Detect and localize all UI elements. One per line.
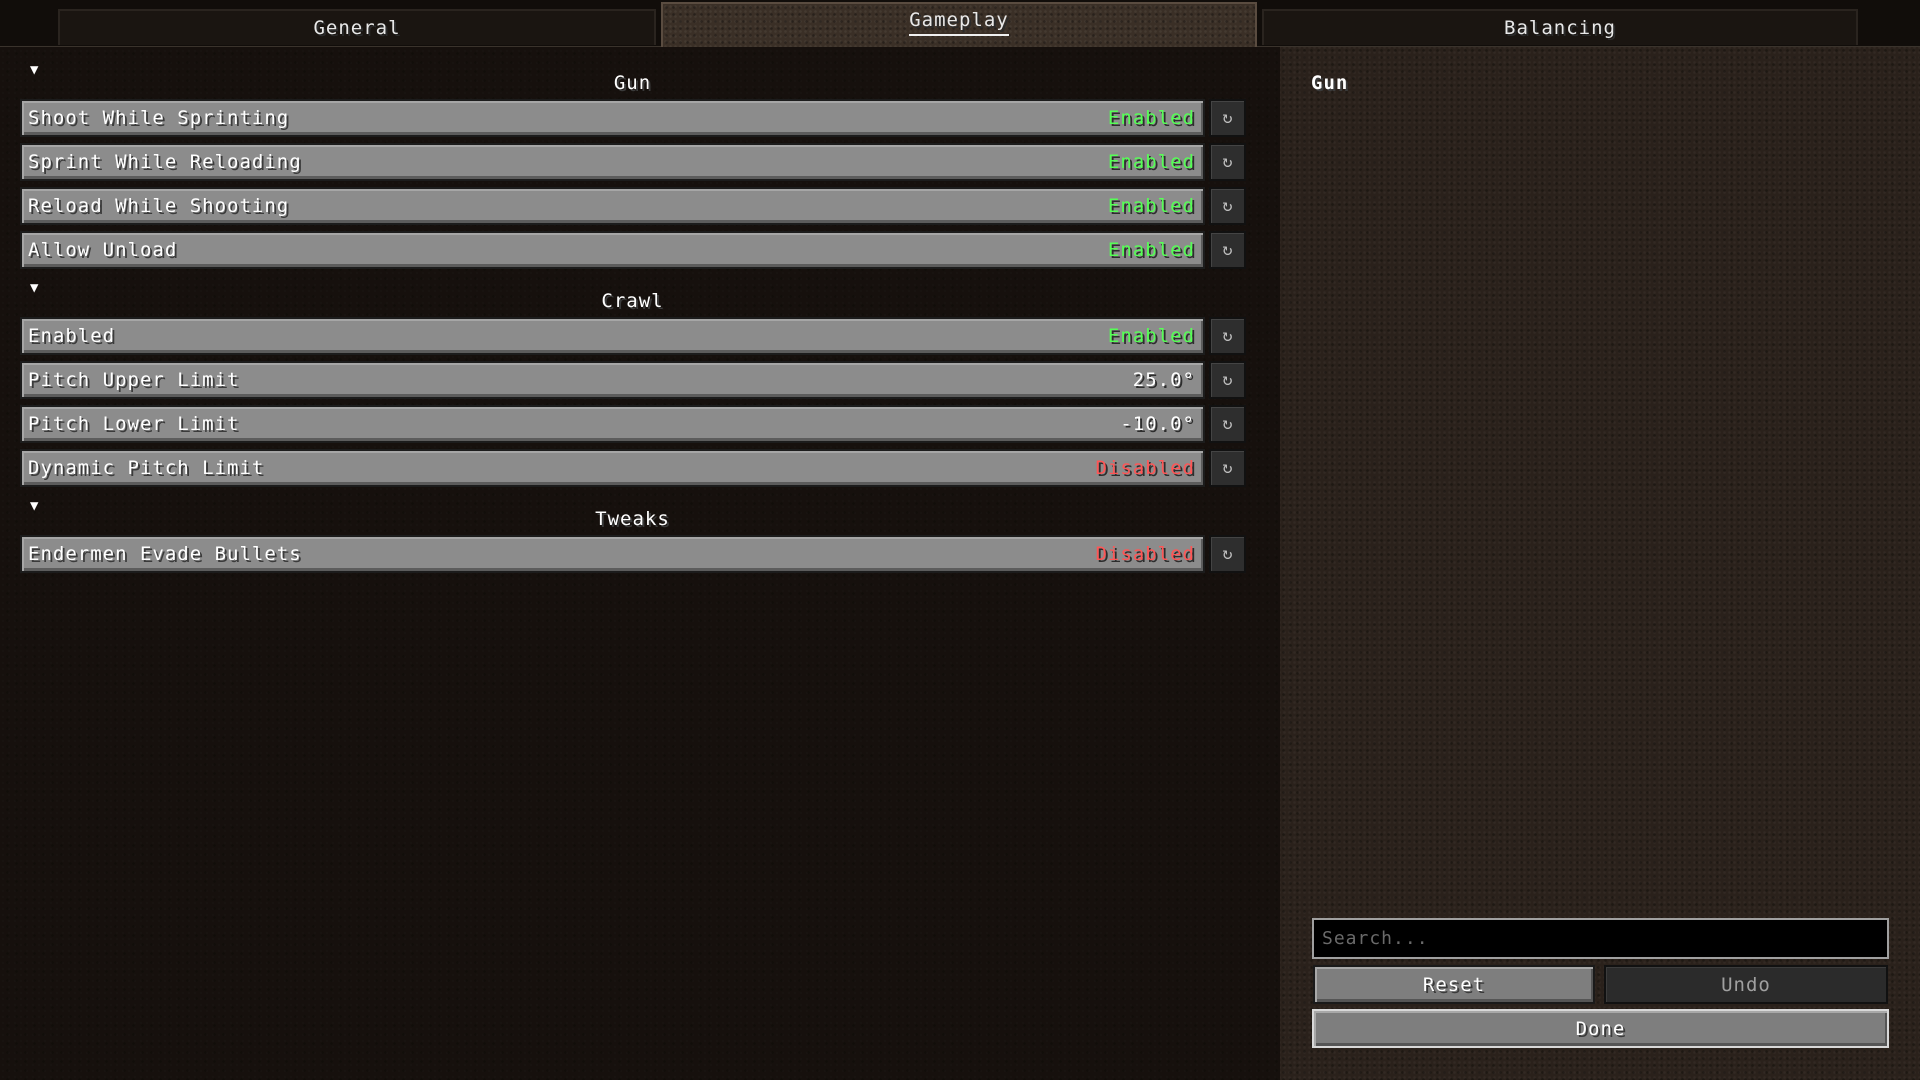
tab-bar: General Gameplay Balancing <box>0 0 1920 47</box>
undo-button[interactable]: Undo <box>1604 965 1888 1004</box>
option-name: Pitch Upper Limit <box>28 369 240 391</box>
info-title: Gun <box>1311 72 1349 94</box>
option-button[interactable]: Enabled Enabled <box>20 317 1205 355</box>
option-button[interactable]: Reload While Shooting Enabled <box>20 187 1205 225</box>
info-panel: Gun Reset Undo Done <box>1280 47 1920 1080</box>
reset-arrow-icon[interactable]: ↻ <box>1209 361 1246 399</box>
option-row: Enabled Enabled ↻ <box>20 317 1246 355</box>
option-row: Shoot While Sprinting Enabled ↻ <box>20 99 1246 137</box>
section-title: Gun <box>613 72 652 94</box>
option-button[interactable]: Shoot While Sprinting Enabled <box>20 99 1205 137</box>
option-button[interactable]: Allow Unload Enabled <box>20 231 1205 269</box>
option-value: -10.0° <box>1120 413 1195 435</box>
option-name: Shoot While Sprinting <box>28 107 290 129</box>
reset-arrow-icon[interactable]: ↻ <box>1209 99 1246 137</box>
section-title: Tweaks <box>595 508 670 530</box>
done-button[interactable]: Done <box>1312 1009 1889 1048</box>
option-name: Pitch Lower Limit <box>28 413 240 435</box>
tab-balancing[interactable]: Balancing <box>1262 9 1858 45</box>
option-row: Dynamic Pitch Limit Disabled ↻ <box>20 449 1246 487</box>
option-value: Enabled <box>1107 239 1195 261</box>
option-button[interactable]: Sprint While Reloading Enabled <box>20 143 1205 181</box>
section-header-tweaks: ▼ Tweaks <box>20 496 1245 532</box>
option-row: Pitch Lower Limit -10.0° ↻ <box>20 405 1246 443</box>
reset-arrow-icon[interactable]: ↻ <box>1209 449 1246 487</box>
tab-gameplay-label: Gameplay <box>909 9 1009 36</box>
tab-gameplay[interactable]: Gameplay <box>661 2 1257 47</box>
section-header-crawl: ▼ Crawl <box>20 278 1245 314</box>
reset-button[interactable]: Reset <box>1313 965 1595 1004</box>
option-name: Enabled <box>28 325 116 347</box>
option-row: Sprint While Reloading Enabled ↻ <box>20 143 1246 181</box>
tab-general[interactable]: General <box>58 9 656 45</box>
reset-arrow-icon[interactable]: ↻ <box>1209 317 1246 355</box>
search-input[interactable] <box>1312 918 1889 959</box>
option-name: Reload While Shooting <box>28 195 290 217</box>
option-button[interactable]: Pitch Upper Limit 25.0° <box>20 361 1205 399</box>
reset-arrow-icon[interactable]: ↻ <box>1209 535 1246 573</box>
option-value: Enabled <box>1107 107 1195 129</box>
option-name: Allow Unload <box>28 239 178 261</box>
option-button[interactable]: Pitch Lower Limit -10.0° <box>20 405 1205 443</box>
option-button[interactable]: Dynamic Pitch Limit Disabled <box>20 449 1205 487</box>
option-row: Reload While Shooting Enabled ↻ <box>20 187 1246 225</box>
tab-balancing-label: Balancing <box>1504 17 1616 39</box>
option-name: Endermen Evade Bullets <box>28 543 302 565</box>
option-button[interactable]: Endermen Evade Bullets Disabled <box>20 535 1205 573</box>
option-row: Pitch Upper Limit 25.0° ↻ <box>20 361 1246 399</box>
tab-general-label: General <box>313 17 401 39</box>
option-row: Endermen Evade Bullets Disabled ↻ <box>20 535 1246 573</box>
option-value: 25.0° <box>1132 369 1195 391</box>
reset-arrow-icon[interactable]: ↻ <box>1209 143 1246 181</box>
reset-arrow-icon[interactable]: ↻ <box>1209 231 1246 269</box>
option-value: Enabled <box>1107 151 1195 173</box>
section-title: Crawl <box>601 290 664 312</box>
option-name: Sprint While Reloading <box>28 151 302 173</box>
option-name: Dynamic Pitch Limit <box>28 457 265 479</box>
option-value: Enabled <box>1107 195 1195 217</box>
section-header-gun: ▼ Gun <box>20 60 1245 96</box>
option-row: Allow Unload Enabled ↻ <box>20 231 1246 269</box>
option-value: Disabled <box>1095 543 1195 565</box>
options-list: ▼ Gun Shoot While Sprinting Enabled ↻ Sp… <box>0 47 1280 1080</box>
option-value: Disabled <box>1095 457 1195 479</box>
reset-arrow-icon[interactable]: ↻ <box>1209 187 1246 225</box>
reset-arrow-icon[interactable]: ↻ <box>1209 405 1246 443</box>
option-value: Enabled <box>1107 325 1195 347</box>
